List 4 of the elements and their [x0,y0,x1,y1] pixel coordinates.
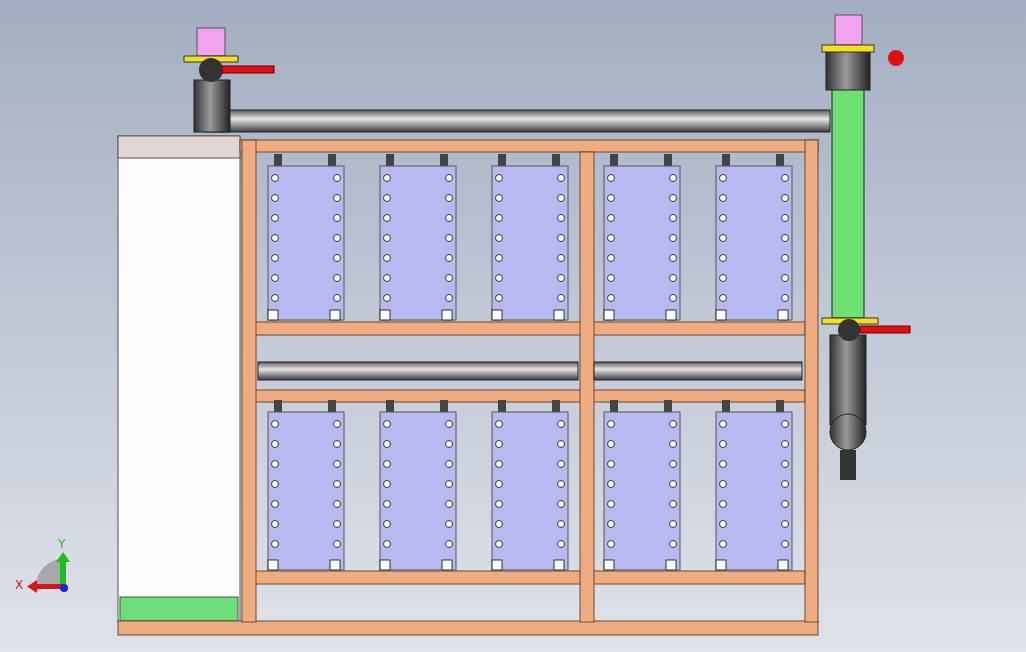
y-axis-label: Y [58,537,66,551]
origin-icon [60,584,68,592]
x-axis-label: X [15,578,24,592]
x-axis-arrow-icon [27,580,63,593]
